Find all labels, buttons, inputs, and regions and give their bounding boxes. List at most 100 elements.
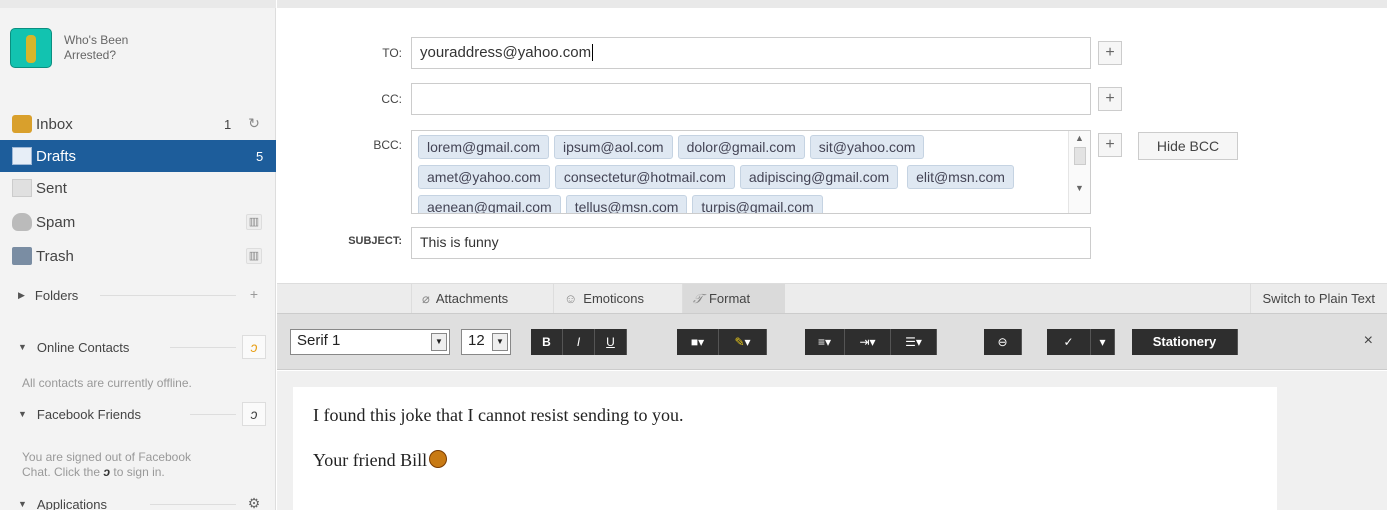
add-cc-button[interactable]: + <box>1098 87 1122 111</box>
insert-link-button[interactable]: ⊖ <box>984 329 1022 355</box>
scroll-up-icon[interactable]: ▲ <box>1069 131 1090 145</box>
profile-name: Who's Been Arrested? <box>64 33 129 62</box>
indent-button[interactable]: ⇥▾ <box>845 329 891 355</box>
message-editor[interactable]: I found this joke that I cannot resist s… <box>293 387 1277 510</box>
smiley-icon: ☺ <box>564 291 578 306</box>
divider <box>150 504 236 505</box>
collapse-triangle-icon: ▼ <box>18 409 27 419</box>
sidebar-item-label: Sent <box>36 179 67 197</box>
facebook-friends-label: Facebook Friends <box>36 406 141 422</box>
sidebar-item-drafts[interactable]: Drafts 5 <box>0 140 276 172</box>
sidebar-item-label: Drafts <box>36 147 77 165</box>
facebook-note-line1: You are signed out of Facebook <box>22 450 192 464</box>
font-value: Serif 1 <box>297 332 341 349</box>
link-icon: ⊖ <box>997 335 1008 349</box>
font-size-value: 12 <box>468 332 485 349</box>
bcc-recipient-chip[interactable]: tellus@msn.com <box>565 195 688 213</box>
facebook-friends-section[interactable]: ▼ Facebook Friends ↄ <box>0 400 276 428</box>
scroll-down-icon[interactable]: ▼ <box>1069 181 1090 195</box>
subject-label: SUBJECT: <box>348 235 402 247</box>
font-size-select[interactable]: 12 ▼ <box>461 329 511 355</box>
sidebar-item-sent[interactable]: Sent <box>0 172 276 204</box>
close-icon[interactable]: × <box>1364 332 1373 350</box>
facebook-chat-icon[interactable]: ↄ <box>242 402 266 426</box>
add-to-button[interactable]: + <box>1098 41 1122 65</box>
drafts-icon <box>12 147 32 165</box>
stationery-button[interactable]: Stationery <box>1132 329 1238 355</box>
chevron-down-icon: ▼ <box>431 333 447 351</box>
cc-field[interactable] <box>411 83 1091 115</box>
empty-spam-icon[interactable]: ▥ <box>246 214 262 230</box>
collapse-triangle-icon: ▼ <box>18 499 27 509</box>
subject-field[interactable]: This is funny <box>411 227 1091 259</box>
online-contacts-label: Online Contacts <box>36 339 130 355</box>
tab-attachments[interactable]: ⌀ Attachments <box>411 284 518 314</box>
to-field[interactable]: youraddress@yahoo.com <box>411 37 1091 69</box>
sidebar-item-label: Inbox <box>36 115 73 133</box>
applications-section[interactable]: ▼ Applications ⚙ <box>0 490 276 510</box>
folders-section[interactable]: ▶ Folders + <box>0 281 276 309</box>
main-top-border <box>277 0 1387 8</box>
bcc-recipient-chip[interactable]: aenean@gmail.com <box>418 195 561 213</box>
chevron-down-icon: ▼ <box>492 333 508 351</box>
spellcheck-icon: ✓ <box>1063 335 1074 349</box>
highlighter-icon: ✎ <box>734 335 745 349</box>
online-contacts-section[interactable]: ▼ Online Contacts ↄ <box>0 333 276 361</box>
inbox-icon <box>12 115 32 133</box>
bcc-scrollbar[interactable]: ▲ ▼ <box>1068 131 1090 213</box>
sidebar-item-label: Trash <box>36 247 74 265</box>
refresh-icon[interactable]: ↻ <box>246 116 262 132</box>
pen-icon: 𝒯 <box>693 291 703 306</box>
cc-label: CC: <box>381 92 402 106</box>
spellcheck-dropdown[interactable]: ▾ <box>1091 329 1115 355</box>
hide-bcc-button[interactable]: Hide BCC <box>1138 132 1238 160</box>
tab-emoticons[interactable]: ☺ Emoticons <box>553 284 654 314</box>
bcc-field[interactable]: lorem@gmail.com ipsum@aol.com dolor@gmail.… <box>411 130 1091 214</box>
font-select[interactable]: Serif 1 ▼ <box>290 329 450 355</box>
underline-button[interactable]: U <box>595 329 627 355</box>
empty-trash-icon[interactable]: ▥ <box>246 248 262 264</box>
font-color-icon: ■▾ <box>690 335 705 349</box>
emoticon-icon <box>429 450 448 468</box>
chevron-down-icon: ▾ <box>1099 335 1106 349</box>
align-button[interactable]: ≡▾ <box>805 329 845 355</box>
highlight-button[interactable]: ✎▾ <box>719 329 767 355</box>
body-signature: Your friend Bill <box>313 450 428 470</box>
bold-button[interactable]: B <box>531 329 563 355</box>
tab-format[interactable]: 𝒯 Format <box>682 284 785 314</box>
italic-button[interactable]: I <box>563 329 595 355</box>
bcc-recipient-chip[interactable]: dolor@gmail.com <box>677 135 805 159</box>
facebook-note-line2: Chat. Click the ↄ to sign in. <box>22 465 252 480</box>
bcc-recipient-chip[interactable]: lorem@gmail.com <box>418 135 550 159</box>
gear-icon[interactable]: ⚙ <box>242 492 266 510</box>
messenger-status-icon[interactable]: ↄ <box>242 335 266 359</box>
bcc-recipient-chip[interactable]: consectetur@hotmail.com <box>554 165 735 189</box>
bcc-recipient-chip[interactable]: turpis@gmail.com <box>692 195 823 213</box>
align-icon: ≡▾ <box>817 335 832 349</box>
bcc-recipient-chip[interactable]: sit@yahoo.com <box>809 135 925 159</box>
font-color-button[interactable]: ■▾ <box>677 329 719 355</box>
add-bcc-button[interactable]: + <box>1098 133 1122 157</box>
bcc-recipient-chip[interactable]: elit@msn.com <box>907 165 1014 189</box>
profile[interactable]: Who's Been Arrested? <box>10 28 164 68</box>
sidebar-item-inbox[interactable]: Inbox 1 ↻ <box>0 108 276 140</box>
tab-format-label: Format <box>708 291 751 306</box>
sent-icon <box>12 179 32 197</box>
spellcheck-button[interactable]: ✓ <box>1047 329 1091 355</box>
sidebar-top-border <box>0 0 276 8</box>
facebook-note-text: Chat. Click the <box>22 465 101 479</box>
to-label: TO: <box>382 46 402 60</box>
list-button[interactable]: ☰▾ <box>891 329 937 355</box>
bcc-recipient-chip[interactable]: adipiscing@gmail.com <box>739 165 899 189</box>
facebook-note-text: to sign in. <box>113 465 165 479</box>
switch-to-plain-text-link[interactable]: Switch to Plain Text <box>1249 284 1387 314</box>
sidebar-item-spam[interactable]: Spam ▥ <box>0 206 276 238</box>
bcc-recipient-chip[interactable]: amet@yahoo.com <box>418 165 550 189</box>
message-body-area: I found this joke that I cannot resist s… <box>277 371 1387 510</box>
online-contacts-note: All contacts are currently offline. <box>22 376 192 390</box>
sidebar-item-trash[interactable]: Trash ▥ <box>0 240 276 272</box>
scroll-thumb[interactable] <box>1073 147 1086 165</box>
add-folder-icon[interactable]: + <box>242 283 266 307</box>
divider <box>190 414 236 415</box>
bcc-recipient-chip[interactable]: ipsum@aol.com <box>554 135 673 159</box>
